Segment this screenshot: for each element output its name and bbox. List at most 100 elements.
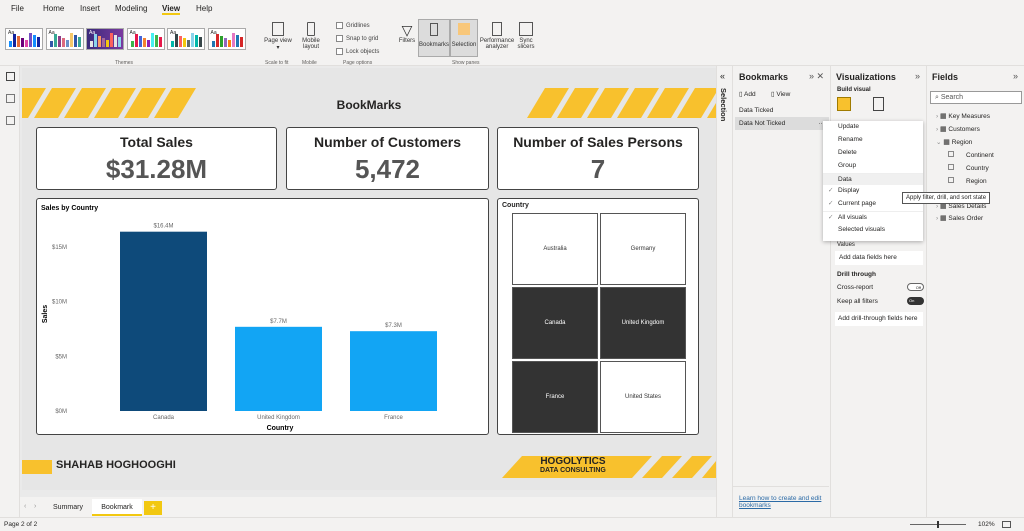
y-tick-label: $0M: [55, 409, 67, 415]
bar-canada: [120, 231, 207, 411]
kpi-value: $31.28M: [105, 154, 208, 184]
tab-summary[interactable]: Summary: [46, 500, 90, 516]
collapse-icon[interactable]: »: [915, 71, 920, 81]
data-label: $7.7M: [270, 319, 287, 325]
kpi-sales-persons[interactable]: Number of Sales Persons 7: [497, 127, 699, 190]
sync-slicers-button[interactable]: Sync slicers: [515, 22, 537, 50]
treemap-cell[interactable]: Germany: [600, 213, 686, 285]
theme-swatch[interactable]: Aa: [207, 28, 246, 50]
learn-link[interactable]: Learn how to create and edit bookmarks: [733, 486, 829, 517]
field-table[interactable]: › ▦ Sales Order: [936, 214, 983, 222]
menu-view[interactable]: View: [162, 4, 181, 15]
prev-page-icon[interactable]: ‹: [24, 503, 26, 510]
treemap-card[interactable]: Country Australia Germany Canada United Kin…: [497, 198, 699, 435]
bookmarks-title: Bookmarks: [739, 72, 789, 82]
field-column[interactable]: Continent: [948, 151, 994, 159]
add-page-button[interactable]: +: [144, 501, 162, 515]
performance-analyzer-button[interactable]: Performance analyzer: [479, 22, 515, 50]
data-view-icon[interactable]: [6, 94, 15, 103]
x-axis-label: Country: [267, 425, 294, 432]
lock-checkbox[interactable]: Lock objects: [336, 48, 379, 55]
model-view-icon[interactable]: [6, 116, 15, 125]
treemap-cell[interactable]: Australia: [512, 213, 598, 285]
menu-item-update[interactable]: Update: [823, 121, 923, 134]
zoom-level: 102%: [978, 521, 995, 528]
table-visual-icon[interactable]: [837, 97, 851, 111]
fields-search-input[interactable]: ⌕ Search: [930, 91, 1022, 104]
bar-chart-card[interactable]: Sales by Country $0M $5M $10M $15M Sales $16.4…: [36, 198, 489, 435]
zoom-slider[interactable]: [910, 521, 966, 528]
theme-swatch[interactable]: Aa: [5, 28, 43, 50]
report-page: BookMarks Total Sales $31.28M Number of C…: [22, 68, 716, 490]
table-icon: ▦: [943, 139, 950, 146]
mobile-layout-button[interactable]: Mobile layout: [298, 22, 324, 50]
snap-checkbox[interactable]: Snap to grid: [336, 35, 378, 42]
fit-page-icon[interactable]: [1002, 521, 1011, 528]
menu-insert[interactable]: Insert: [80, 4, 100, 13]
theme-swatch[interactable]: Aa: [45, 28, 84, 50]
cross-report-toggle[interactable]: Off: [907, 283, 924, 291]
report-title: BookMarks: [336, 98, 402, 112]
gridlines-checkbox[interactable]: Gridlines: [336, 22, 370, 29]
kpi-value: 7: [590, 154, 606, 184]
menu-item-selected-visuals[interactable]: Selected visuals: [823, 224, 923, 237]
menu-item-delete[interactable]: Delete: [823, 147, 923, 160]
add-fields-well[interactable]: Add data fields here: [835, 251, 923, 265]
fields-pane: Fields » ⌕ Search: [926, 66, 1024, 517]
filters-button[interactable]: ▽ Filters: [396, 22, 418, 44]
tooltip: Apply filter, drill, and sort state: [902, 192, 991, 204]
page-view-button[interactable]: Page view ▾: [264, 22, 292, 51]
menu-help[interactable]: Help: [196, 4, 212, 13]
bookmark-item[interactable]: Data Ticked: [739, 107, 773, 114]
menu-item-group[interactable]: Group: [823, 160, 923, 173]
field-table[interactable]: › ▦ Customers: [936, 125, 980, 133]
treemap-cell[interactable]: France: [512, 361, 598, 433]
theme-swatch[interactable]: Aa: [167, 28, 205, 50]
treemap-cell[interactable]: United States: [600, 361, 686, 433]
expand-icon[interactable]: «: [720, 71, 725, 81]
field-checkbox: [948, 164, 954, 170]
field-checkbox: [948, 151, 954, 157]
format-visual-icon[interactable]: [873, 97, 884, 111]
view-bookmark-button[interactable]: ▯ View: [771, 90, 790, 98]
treemap-cell[interactable]: Canada: [512, 287, 598, 359]
field-checkbox: [948, 177, 954, 183]
kpi-customers[interactable]: Number of Customers 5,472: [286, 127, 489, 190]
hogolytics-logo: HOGOLYTICS DATA CONSULTING: [540, 456, 606, 475]
field-table[interactable]: › ▦ Key Measures: [936, 112, 990, 120]
mobile-layout-label: Mobile layout: [302, 38, 320, 50]
treemap-cell[interactable]: United Kingdom: [600, 287, 686, 359]
field-table[interactable]: ⌄ ▦ Region: [936, 138, 972, 146]
keep-filters-toggle[interactable]: On: [907, 297, 924, 305]
selection-pane-collapsed[interactable]: « Selection: [716, 66, 732, 517]
report-view-icon[interactable]: [6, 72, 15, 81]
page-indicator: Page 2 of 2: [4, 521, 38, 528]
collapse-icon[interactable]: »: [1013, 71, 1018, 81]
menu-item-all-visuals[interactable]: ✓ All visuals: [823, 211, 923, 224]
theme-swatch[interactable]: Aa: [126, 28, 165, 50]
kpi-label: Number of Sales Persons: [513, 134, 683, 150]
drill-through-label: Drill through: [837, 271, 876, 278]
add-drill-well[interactable]: Add drill-through fields here: [835, 312, 923, 326]
tab-bookmark[interactable]: Bookmark: [92, 499, 142, 516]
page-view-label: Page view: [264, 38, 292, 44]
bookmarks-button[interactable]: Bookmarks: [418, 19, 450, 57]
next-page-icon[interactable]: ›: [34, 503, 36, 510]
menu-file[interactable]: File: [11, 4, 24, 13]
kpi-value: 5,472: [354, 154, 421, 184]
theme-swatch[interactable]: Aa: [86, 28, 124, 50]
menu-item-data[interactable]: Data: [823, 172, 923, 186]
menu-modeling[interactable]: Modeling: [115, 4, 147, 13]
selection-button[interactable]: Selection: [450, 19, 478, 57]
x-tick-label: Canada: [153, 415, 175, 421]
kpi-total-sales[interactable]: Total Sales $31.28M: [36, 127, 277, 190]
add-bookmark-button[interactable]: ▯ Add: [739, 90, 756, 98]
data-label: $7.3M: [385, 323, 402, 329]
collapse-icon[interactable]: » ✕: [809, 71, 824, 82]
page-tabs: ‹ › Summary Bookmark +: [20, 499, 716, 517]
menu-home[interactable]: Home: [43, 4, 64, 13]
field-column[interactable]: Region: [948, 177, 987, 185]
bookmark-item-selected[interactable]: Data Not Ticked ···: [735, 117, 829, 130]
menu-item-rename[interactable]: Rename: [823, 134, 923, 147]
field-column[interactable]: Country: [948, 164, 989, 172]
